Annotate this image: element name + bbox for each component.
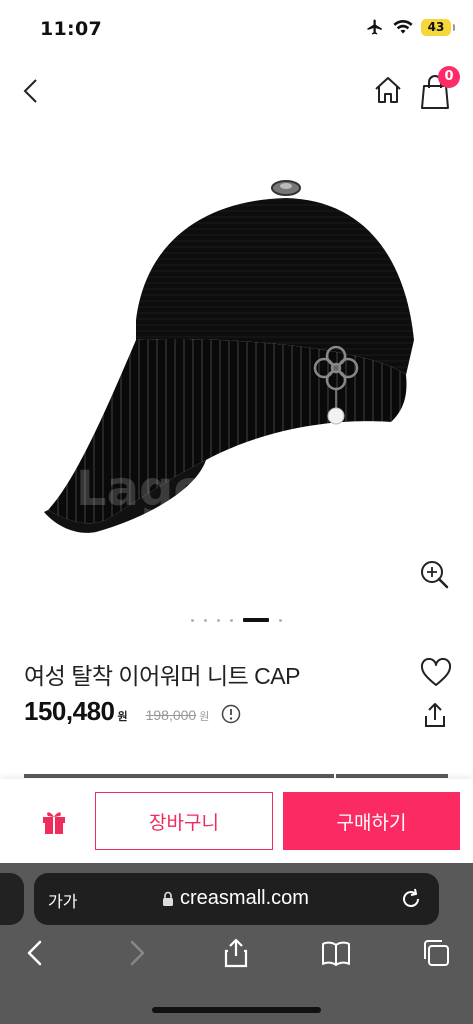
previous-tab-preview[interactable]	[0, 873, 24, 925]
zoom-in-icon	[421, 561, 449, 589]
image-carousel-dots	[0, 617, 473, 623]
info-icon[interactable]	[221, 704, 241, 724]
top-nav: 0	[0, 60, 473, 120]
image-watermark: Lagona	[76, 461, 273, 517]
carousel-dot[interactable]	[279, 618, 282, 622]
status-bar: 11:07 43	[0, 0, 473, 60]
carousel-dot[interactable]	[204, 618, 207, 622]
gift-button[interactable]	[38, 805, 70, 837]
cart-count-badge: 0	[438, 66, 460, 88]
product-title: 여성 탈착 이어워머 니트 CAP	[24, 663, 300, 689]
zoom-button[interactable]	[416, 556, 454, 594]
reload-icon[interactable]	[399, 887, 423, 911]
product-image[interactable]: Lagona	[36, 160, 436, 560]
purchase-action-bar: 장바구니 구매하기	[0, 779, 473, 863]
url-display[interactable]: creasmall.com	[162, 887, 309, 910]
home-indicator	[152, 1007, 321, 1013]
original-price-unit: 원	[199, 711, 210, 723]
browser-back-icon[interactable]	[20, 937, 52, 969]
browser-forward-icon[interactable]	[120, 937, 152, 969]
carousel-dot[interactable]	[217, 618, 220, 622]
chevron-left-icon	[23, 79, 37, 103]
status-time: 11:07	[40, 18, 102, 40]
text-size-button[interactable]: 가가	[48, 888, 77, 912]
gift-icon	[43, 812, 65, 834]
share-button[interactable]	[420, 700, 450, 730]
status-icons: 43	[365, 18, 455, 36]
address-bar[interactable]: 가가 creasmall.com	[34, 873, 439, 925]
sale-price: 150,480	[24, 696, 115, 726]
home-button[interactable]	[368, 70, 408, 110]
carousel-dot[interactable]	[230, 618, 233, 622]
sale-price-unit: 원	[117, 711, 128, 723]
tab-divider	[334, 774, 336, 778]
browser-chrome: 가가 creasmall.com	[0, 863, 473, 1024]
add-to-cart-button[interactable]: 장바구니	[95, 792, 273, 850]
home-icon	[375, 77, 401, 103]
wifi-icon	[393, 19, 413, 34]
cart-button[interactable]: 0	[414, 66, 462, 112]
lock-icon	[163, 891, 173, 906]
back-button[interactable]	[14, 70, 50, 110]
carousel-dot-active[interactable]	[243, 618, 269, 622]
knit-cap-image: Lagona	[44, 180, 414, 533]
carousel-dot[interactable]	[191, 618, 194, 622]
tabs-icon[interactable]	[420, 937, 452, 969]
original-price: 198,000	[145, 707, 197, 723]
battery-indicator: 43	[421, 18, 455, 36]
bookmarks-icon[interactable]	[320, 937, 352, 969]
share-icon	[425, 703, 445, 727]
airplane-icon	[367, 19, 382, 35]
url-text: creasmall.com	[180, 887, 309, 909]
price-row: 150,480 원 198,000 원	[24, 696, 241, 727]
heart-icon	[420, 657, 452, 686]
detail-tab-strip[interactable]	[24, 774, 448, 778]
wishlist-button[interactable]	[420, 657, 452, 688]
browser-share-icon[interactable]	[220, 937, 252, 969]
buy-now-button[interactable]: 구매하기	[283, 792, 460, 850]
